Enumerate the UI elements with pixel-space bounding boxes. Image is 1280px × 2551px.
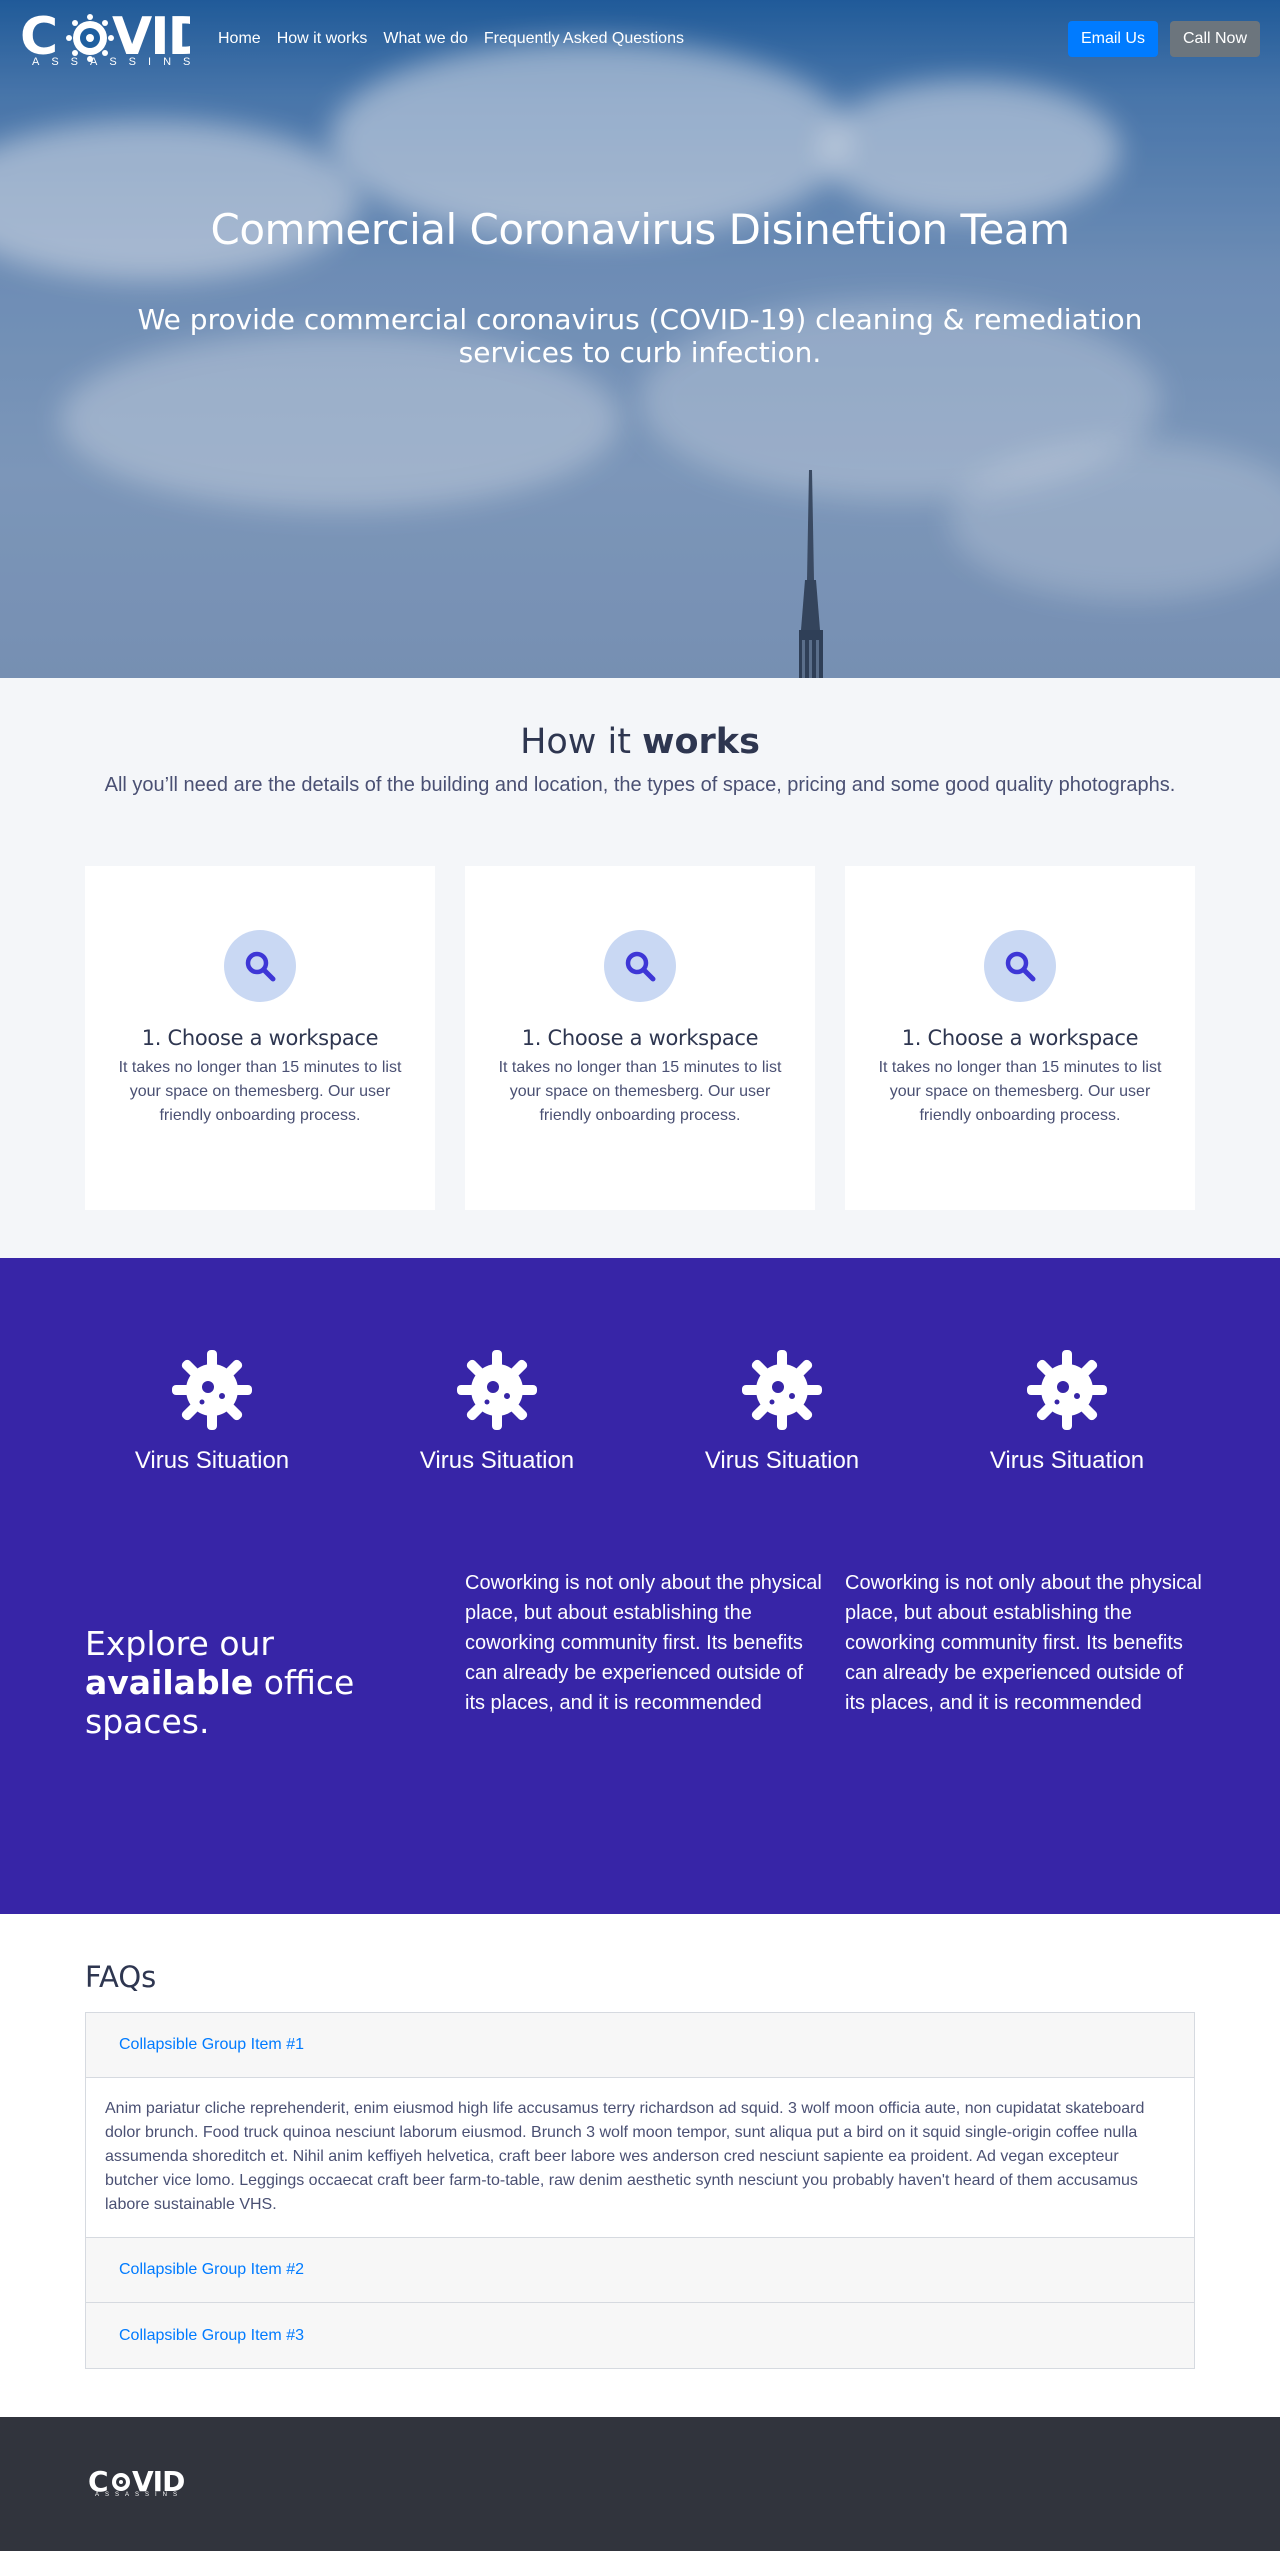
how-it-works-title: How it works bbox=[0, 678, 1280, 762]
footer-logo[interactable]: C VID ASSASSINS bbox=[88, 2465, 188, 2501]
faq-item-body: Anim pariatur cliche reprehenderit, enim… bbox=[86, 2078, 1194, 2238]
how-title-pre: How it bbox=[520, 722, 632, 762]
search-icon bbox=[1005, 951, 1036, 982]
how-it-works-subtitle: All you’ll need are the details of the b… bbox=[104, 774, 1176, 796]
how-title-bold: works bbox=[642, 722, 760, 762]
footer-brand-tagline: ASSASSINS bbox=[95, 2492, 184, 2498]
virus-item: Virus Situation bbox=[354, 1350, 640, 1475]
steps-cards: 1. Choose a workspace It takes no longer… bbox=[85, 866, 1195, 1210]
step-text: It takes no longer than 15 minutes to li… bbox=[878, 1059, 1162, 1124]
nav-link-how-it-works[interactable]: How it works bbox=[269, 22, 376, 56]
virus-icon bbox=[172, 1350, 252, 1430]
faq-title: FAQs bbox=[85, 1960, 157, 1994]
explore-pre: Explore our bbox=[85, 1624, 274, 1663]
covid-logo-icon: C VID bbox=[88, 2465, 185, 2495]
nav-link-what-we-do[interactable]: What we do bbox=[375, 22, 475, 56]
step-card: 1. Choose a workspace It takes no longer… bbox=[845, 866, 1195, 1210]
explore-bold: available bbox=[85, 1663, 254, 1702]
step-icon-circle bbox=[984, 930, 1056, 1002]
step-card: 1. Choose a workspace It takes no longer… bbox=[465, 866, 815, 1210]
faq-item-header[interactable]: Collapsible Group Item #1 bbox=[86, 2013, 1194, 2078]
step-icon-circle bbox=[604, 930, 676, 1002]
hero-lead: We provide commercial coronavirus (COVID… bbox=[137, 303, 1143, 369]
faq-item-header[interactable]: Collapsible Group Item #3 bbox=[86, 2303, 1194, 2368]
virus-item-label: Virus Situation bbox=[419, 1447, 575, 1474]
hero-section: C VID ASSASSINS Home How it works What w… bbox=[0, 0, 1280, 678]
search-icon bbox=[245, 951, 276, 982]
faq-section: FAQs Collapsible Group Item #1 Anim pari… bbox=[0, 1914, 1280, 2417]
step-text: It takes no longer than 15 minutes to li… bbox=[498, 1059, 782, 1124]
step-title: 1. Choose a workspace bbox=[901, 1026, 1139, 1050]
nav-links: Home How it works What we do Frequently … bbox=[210, 22, 692, 56]
top-navbar: C VID ASSASSINS Home How it works What w… bbox=[0, 0, 1280, 78]
page-footer: C VID ASSASSINS bbox=[0, 2417, 1280, 2551]
how-it-works-section: How it works All you’ll need are the det… bbox=[0, 678, 1280, 1258]
virus-info-section: Virus Situation Virus Situation Virus Si… bbox=[0, 1258, 1280, 1914]
svg-text:C: C bbox=[88, 2465, 108, 2495]
virus-item-label: Virus Situation bbox=[989, 1447, 1145, 1474]
virus-item-label: Virus Situation bbox=[134, 1447, 290, 1474]
nav-actions: Email Us Call Now bbox=[1067, 21, 1260, 57]
virus-icon bbox=[742, 1350, 822, 1430]
virus-item: Virus Situation bbox=[69, 1350, 355, 1475]
explore-heading: Explore our available office spaces. bbox=[85, 1624, 435, 1741]
brand-logo[interactable]: C VID ASSASSINS bbox=[20, 6, 190, 72]
nav-link-home[interactable]: Home bbox=[210, 22, 269, 56]
coworking-text: Coworking is not only about the physical… bbox=[845, 1572, 1202, 1714]
brand-tagline: ASSASSINS bbox=[32, 56, 203, 68]
step-title: 1. Choose a workspace bbox=[521, 1026, 759, 1050]
virus-icon bbox=[457, 1350, 537, 1430]
step-icon-circle bbox=[224, 930, 296, 1002]
faq-item-toggle[interactable]: Collapsible Group Item #3 bbox=[119, 2327, 304, 2345]
step-title: 1. Choose a workspace bbox=[141, 1026, 379, 1050]
nav-link-faq[interactable]: Frequently Asked Questions bbox=[476, 22, 692, 56]
virus-item: Virus Situation bbox=[639, 1350, 925, 1475]
call-now-button[interactable]: Call Now bbox=[1169, 21, 1260, 57]
virus-icon bbox=[1027, 1350, 1107, 1430]
email-us-button[interactable]: Email Us bbox=[1067, 21, 1158, 57]
step-text: It takes no longer than 15 minutes to li… bbox=[118, 1059, 402, 1124]
virus-item: Virus Situation bbox=[924, 1350, 1210, 1475]
faq-item-toggle[interactable]: Collapsible Group Item #2 bbox=[119, 2261, 304, 2279]
virus-item-label: Virus Situation bbox=[704, 1447, 860, 1474]
search-icon bbox=[625, 951, 656, 982]
faq-item-header[interactable]: Collapsible Group Item #2 bbox=[86, 2238, 1194, 2303]
svg-text:VID: VID bbox=[132, 2465, 184, 2495]
hero-title: Commercial Coronavirus Disineftion Team bbox=[210, 205, 1071, 254]
coworking-text: Coworking is not only about the physical… bbox=[465, 1572, 822, 1714]
faq-accordion: Collapsible Group Item #1 Anim pariatur … bbox=[85, 2012, 1195, 2369]
step-card: 1. Choose a workspace It takes no longer… bbox=[85, 866, 435, 1210]
faq-item-toggle[interactable]: Collapsible Group Item #1 bbox=[119, 2036, 304, 2054]
